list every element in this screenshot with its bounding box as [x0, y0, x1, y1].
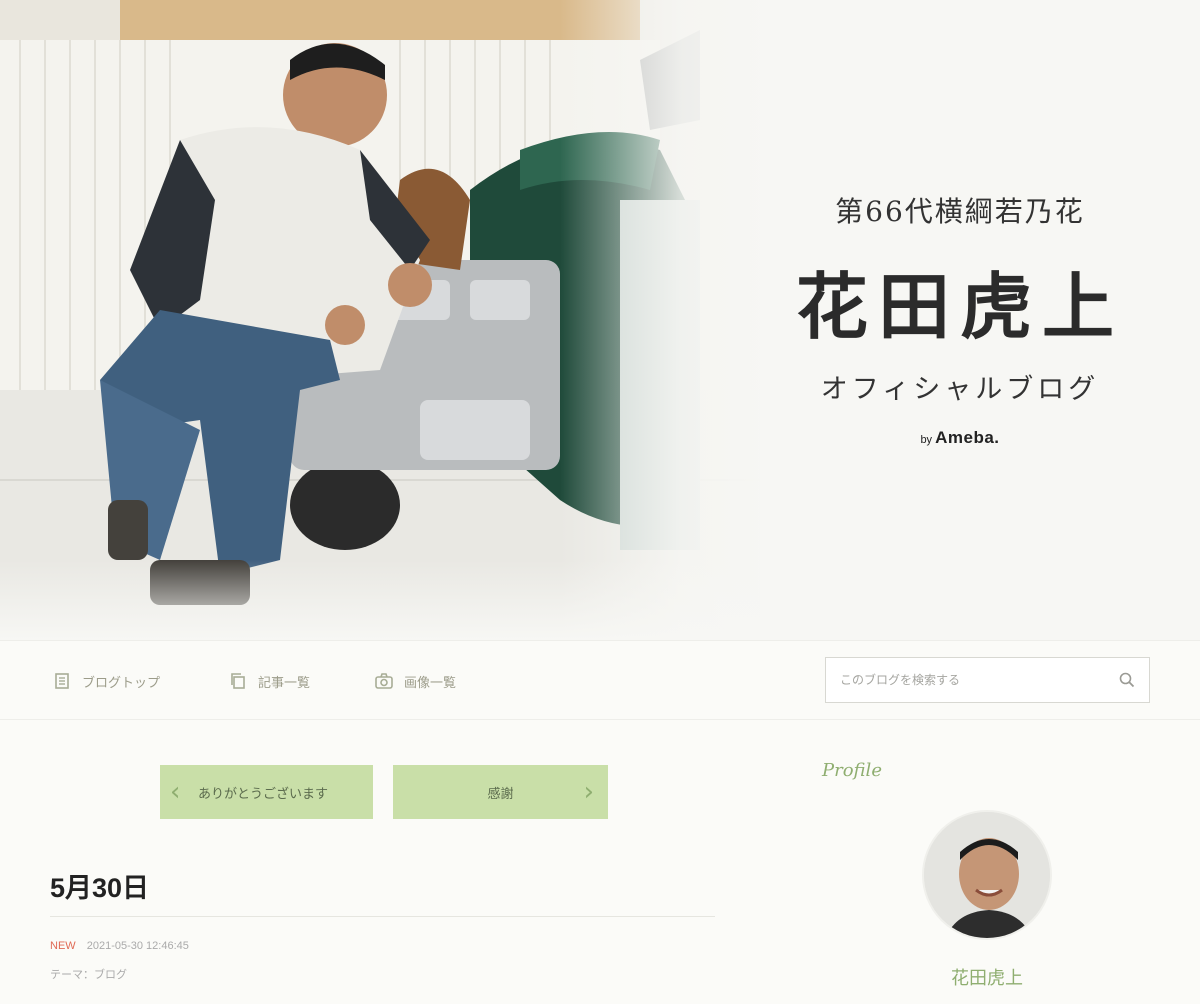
blog-nav: ブログトップ 記事一覧 画像一覧 [0, 640, 1200, 720]
entry-datetime: 2021-05-30 12:46:45 [86, 940, 189, 952]
search-icon[interactable] [1105, 658, 1149, 702]
ameba-logo[interactable]: by Ameba. [760, 428, 1160, 448]
chevron-right-icon: › [583, 777, 594, 807]
by-label: by [920, 434, 933, 446]
blog-label: オフィシャルブログ [820, 374, 1100, 405]
entry-title[interactable]: 5月30日 [50, 866, 149, 905]
search-input[interactable] [826, 658, 1105, 702]
copy-icon [228, 671, 248, 691]
nav-item-blog-top[interactable]: ブログトップ [52, 669, 160, 693]
nav-item-label: ブログトップ [82, 674, 161, 690]
entry-meta: NEW 2021-05-30 12:46:45 [50, 940, 189, 952]
profile-name[interactable]: 花田虎上 [900, 964, 1074, 990]
prev-entry-label: ありがとうございます [198, 785, 329, 801]
nav-item-image-list[interactable]: 画像一覧 [374, 669, 456, 693]
blog-search [825, 657, 1150, 703]
nav-item-entry-list[interactable]: 記事一覧 [228, 669, 310, 693]
avatar[interactable] [922, 810, 1052, 940]
entry-theme[interactable]: テーマ：ブログ [50, 966, 127, 982]
header-photo [0, 0, 760, 640]
ameba-brand: Ameba. [935, 428, 1000, 447]
document-icon [52, 671, 72, 691]
next-entry-button[interactable]: 感謝 › [393, 765, 608, 819]
blog-header: 第66代横綱若乃花 花田虎上 オフィシャルブログ by Ameba. [0, 0, 1200, 640]
prev-entry-button[interactable]: ‹ ありがとうございます [160, 765, 373, 819]
blog-subtitle: 第66代横綱若乃花 [835, 195, 1085, 228]
nav-item-label: 記事一覧 [258, 674, 311, 690]
profile-heading: Profile [822, 760, 882, 781]
entry-divider [50, 916, 715, 917]
chevron-left-icon: ‹ [170, 777, 181, 807]
nav-item-label: 画像一覧 [404, 674, 457, 690]
blog-title-block: 第66代横綱若乃花 花田虎上 オフィシャルブログ by Ameba. [760, 190, 1160, 448]
next-entry-label: 感謝 [487, 785, 514, 801]
camera-icon [374, 671, 394, 691]
blog-title[interactable]: 花田虎上 [760, 248, 1160, 353]
new-badge: NEW [50, 940, 76, 952]
